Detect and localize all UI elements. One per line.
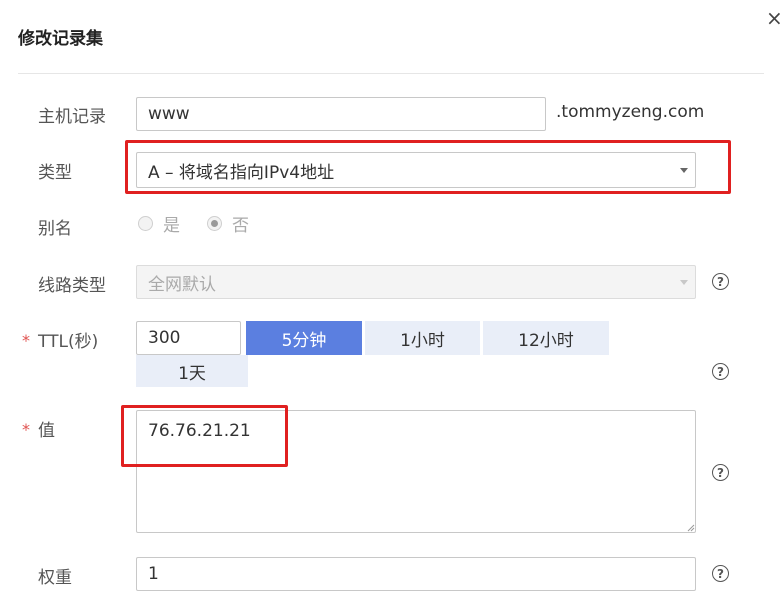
value-highlight-box xyxy=(121,405,288,467)
alias-no-radio[interactable] xyxy=(207,216,222,231)
ttl-preset-12hour[interactable]: 12小时 xyxy=(483,321,609,355)
ttl-required-mark: * xyxy=(22,331,30,350)
header-divider xyxy=(18,73,764,74)
ttl-preset-5min[interactable]: 5分钟 xyxy=(246,321,362,355)
help-icon[interactable]: ? xyxy=(712,565,729,582)
line-selected: 全网默认 xyxy=(148,274,216,295)
alias-yes-radio[interactable] xyxy=(138,216,153,231)
host-value: www xyxy=(148,104,190,124)
ttl-value: 300 xyxy=(148,328,181,348)
weight-input[interactable]: 1 xyxy=(136,557,696,591)
value-required-mark: * xyxy=(22,420,30,439)
line-label: 线路类型 xyxy=(38,276,106,296)
alias-yes-label: 是 xyxy=(163,216,180,236)
line-select[interactable]: 全网默认 xyxy=(136,265,696,299)
resize-handle-icon[interactable] xyxy=(687,524,695,532)
ttl-label: TTL(秒) xyxy=(38,332,99,352)
host-input[interactable]: www xyxy=(136,97,546,131)
help-icon[interactable]: ? xyxy=(712,363,729,380)
help-icon[interactable]: ? xyxy=(712,464,729,481)
weight-value: 1 xyxy=(148,564,159,584)
radio-selected-dot xyxy=(211,220,218,227)
ttl-preset-1day[interactable]: 1天 xyxy=(136,355,248,387)
chevron-down-icon xyxy=(680,280,688,285)
weight-label: 权重 xyxy=(38,568,72,588)
help-icon[interactable]: ? xyxy=(712,273,729,290)
close-icon[interactable]: × xyxy=(766,6,781,30)
dialog-title: 修改记录集 xyxy=(18,29,103,49)
host-label: 主机记录 xyxy=(38,107,106,127)
domain-suffix: .tommyzeng.com xyxy=(556,102,705,122)
alias-label: 别名 xyxy=(38,219,72,239)
type-label: 类型 xyxy=(38,163,72,183)
value-label: 值 xyxy=(38,421,55,441)
ttl-input[interactable]: 300 xyxy=(136,321,241,355)
alias-no-label: 否 xyxy=(232,216,249,236)
type-highlight-box xyxy=(125,140,731,194)
ttl-preset-1hour[interactable]: 1小时 xyxy=(365,321,480,355)
